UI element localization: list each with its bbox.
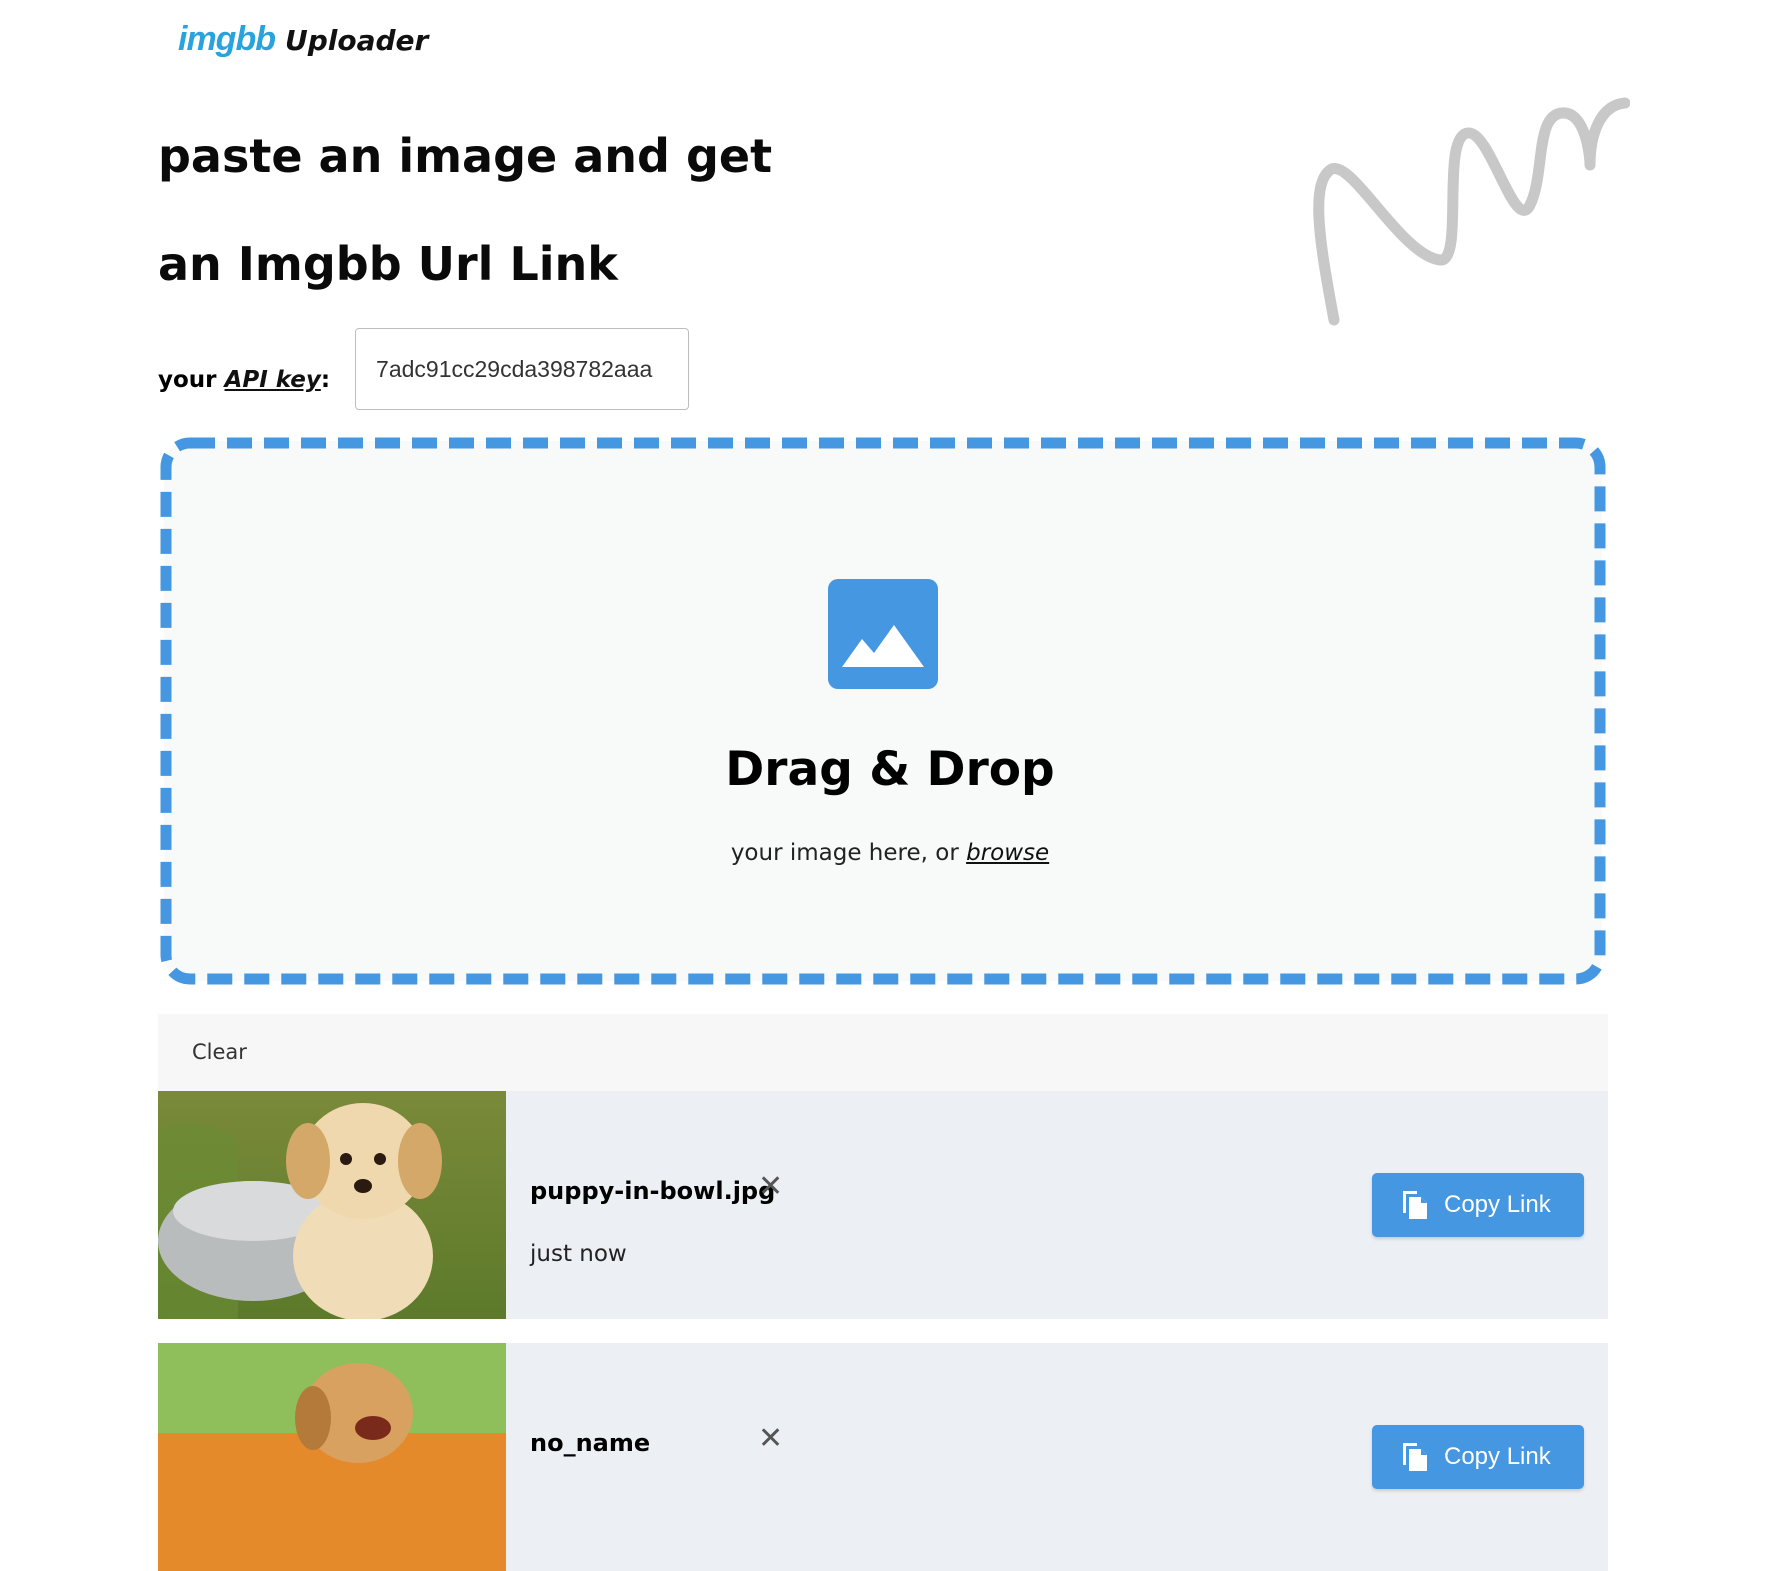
drop-zone-border xyxy=(160,437,1606,985)
api-key-input[interactable] xyxy=(355,328,690,410)
file-name: no_name xyxy=(530,1429,651,1457)
api-key-row: your API key: xyxy=(158,328,690,410)
copy-link-label: Copy Link xyxy=(1444,1191,1551,1218)
copy-link-button[interactable]: Copy Link xyxy=(1372,1173,1584,1237)
headline-line-2: an Imgbb Url Link xyxy=(158,237,618,291)
upload-time: just now xyxy=(530,1241,627,1267)
copy-icon xyxy=(1403,1191,1427,1219)
copy-link-label: Copy Link xyxy=(1444,1443,1551,1470)
file-name: puppy-in-bowl.jpg xyxy=(530,1177,776,1205)
clear-button[interactable]: Clear xyxy=(192,1040,247,1064)
upload-item: puppy-in-bowl.jpg ✕ just now Copy Link xyxy=(158,1091,1608,1319)
thumbnail-image xyxy=(158,1091,506,1319)
headline-line-1: paste an image and get xyxy=(158,129,773,183)
uploads-toolbar: Clear xyxy=(158,1014,1608,1092)
remove-icon[interactable]: ✕ xyxy=(758,1421,783,1456)
browse-link[interactable]: browse xyxy=(966,840,1049,866)
upload-item: no_name ✕ Copy Link xyxy=(158,1343,1608,1571)
copy-icon xyxy=(1403,1443,1427,1471)
drag-drop-subtitle: your image here, or browse xyxy=(730,840,1050,866)
api-key-link[interactable]: API key xyxy=(225,367,321,393)
remove-icon[interactable]: ✕ xyxy=(758,1169,783,1204)
drag-drop-title: Drag & Drop xyxy=(725,742,1055,797)
brand-name: imgbb xyxy=(178,20,276,58)
logo: imgbb Uploader xyxy=(178,20,428,59)
api-key-label: your API key: xyxy=(158,367,331,393)
image-icon xyxy=(828,579,938,689)
scribble-decoration xyxy=(1313,97,1630,326)
app-title: Uploader xyxy=(284,24,429,57)
copy-link-button[interactable]: Copy Link xyxy=(1372,1425,1584,1489)
thumbnail-image xyxy=(158,1343,506,1571)
